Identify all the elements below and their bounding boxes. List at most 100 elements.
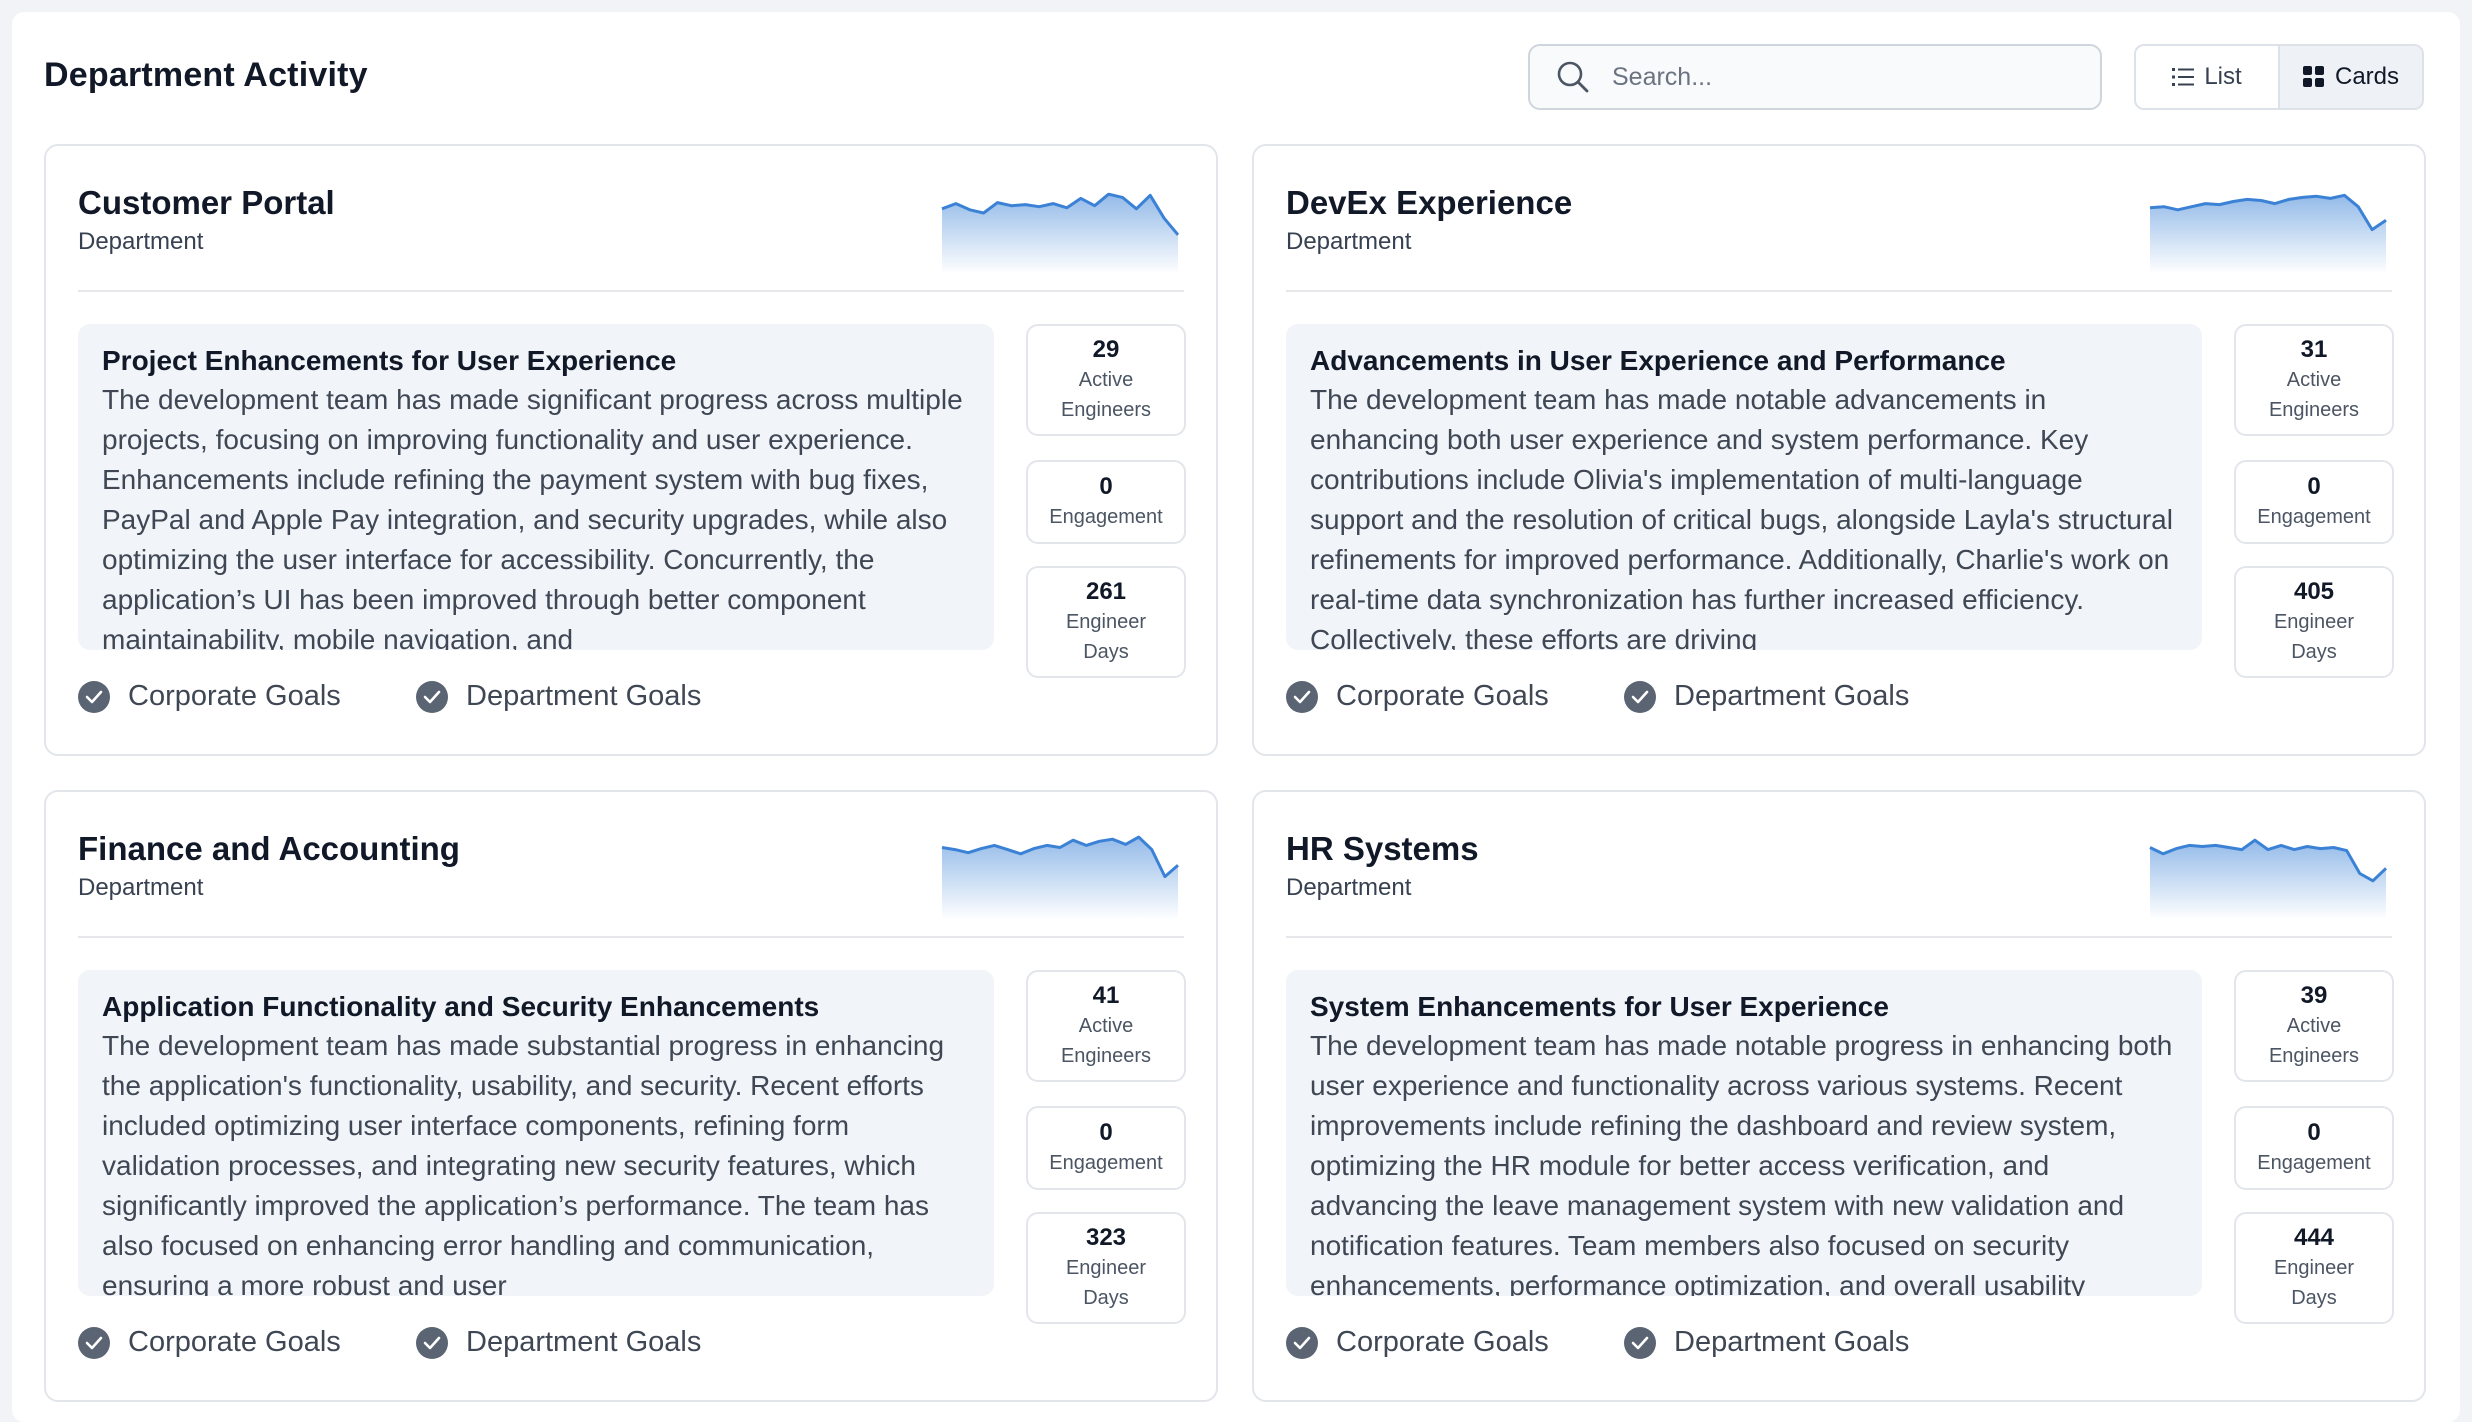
- card-subtitle: Department: [1286, 874, 1412, 901]
- sparkline-chart: [2149, 838, 2388, 920]
- stat-engineer-days: 323 Engineer Days: [1026, 1212, 1186, 1324]
- stat-value: 39: [2300, 982, 2328, 1009]
- search-icon: [1557, 61, 1589, 93]
- card-subtitle: Department: [1286, 228, 1412, 255]
- check-circle-icon: [416, 1326, 448, 1359]
- goal-label: Corporate Goals: [128, 680, 341, 712]
- card-title: DevEx Experience: [1286, 184, 1573, 221]
- check-circle-icon: [78, 680, 110, 713]
- summary-title: Application Functionality and Security E…: [102, 991, 820, 1022]
- summary-body: The development team has made significan…: [102, 384, 963, 650]
- stat-label: Engineer Days: [1065, 1257, 1147, 1309]
- stat-active-engineers: 29 Active Engineers: [1026, 324, 1186, 436]
- search-input[interactable]: [1610, 61, 2074, 93]
- stat-value: 323: [1085, 1224, 1127, 1251]
- card-divider: [1286, 936, 2392, 938]
- stat-engineer-days: 261 Engineer Days: [1026, 566, 1186, 678]
- department-card-finance-and-accounting[interactable]: Finance and Accounting Department Applic…: [44, 790, 1218, 1402]
- summary-box: Application Functionality and Security E…: [78, 970, 994, 1296]
- search-box[interactable]: [1528, 44, 2102, 110]
- sparkline-chart: [2149, 193, 2387, 274]
- sparkline-chart: [941, 192, 1180, 274]
- card-title: Customer Portal: [78, 184, 335, 221]
- check-circle-icon: [1286, 1326, 1318, 1359]
- goal-label: Department Goals: [1674, 1326, 1910, 1358]
- cards-view-button[interactable]: Cards: [2280, 46, 2422, 108]
- goal-corporate: Corporate Goals: [78, 680, 341, 713]
- card-title: Finance and Accounting: [78, 830, 460, 867]
- stat-active-engineers: 41 Active Engineers: [1026, 970, 1186, 1082]
- goal-corporate: Corporate Goals: [78, 1326, 341, 1359]
- summary-box: Project Enhancements for User Experience…: [78, 324, 994, 650]
- stat-value: 0: [1099, 473, 1113, 500]
- card-title: HR Systems: [1286, 830, 1479, 867]
- page-title: Department Activity: [44, 56, 368, 94]
- stat-value: 29: [1092, 336, 1120, 363]
- summary-body: The development team has made notable ad…: [1310, 384, 2173, 650]
- stat-label: Engineer Days: [2273, 1257, 2355, 1309]
- stat-engagement: 0 Engagement: [1026, 1106, 1186, 1190]
- view-toggle: List Cards: [2134, 44, 2424, 110]
- summary-title: System Enhancements for User Experience: [1310, 991, 1889, 1022]
- stat-value: 444: [2293, 1224, 2335, 1251]
- stat-label: Active Engineers: [2268, 1015, 2360, 1067]
- goal-corporate: Corporate Goals: [1286, 680, 1549, 713]
- department-card-devex-experience[interactable]: DevEx Experience Department Advancements…: [1252, 144, 2426, 756]
- card-divider: [78, 290, 1184, 292]
- list-icon: [2172, 68, 2195, 86]
- stat-label: Engagement: [2257, 506, 2371, 528]
- summary-box: System Enhancements for User Experience …: [1286, 970, 2202, 1296]
- stat-value: 261: [1085, 578, 1127, 605]
- stat-active-engineers: 31 Active Engineers: [2234, 324, 2394, 436]
- list-view-label: List: [2204, 63, 2242, 90]
- stat-engagement: 0 Engagement: [1026, 460, 1186, 544]
- stat-label: Engineer Days: [1065, 611, 1147, 663]
- goal-department: Department Goals: [1624, 680, 1909, 713]
- goal-corporate: Corporate Goals: [1286, 1326, 1549, 1359]
- check-circle-icon: [1624, 1326, 1656, 1359]
- stat-engineer-days: 444 Engineer Days: [2234, 1212, 2394, 1324]
- summary-body: The development team has made notable pr…: [1310, 1030, 2173, 1296]
- stat-value: 41: [1092, 982, 1120, 1009]
- goal-label: Department Goals: [1674, 680, 1910, 712]
- stat-engineer-days: 405 Engineer Days: [2234, 566, 2394, 678]
- stat-label: Active Engineers: [1060, 369, 1152, 421]
- stat-active-engineers: 39 Active Engineers: [2234, 970, 2394, 1082]
- stat-engagement: 0 Engagement: [2234, 460, 2394, 544]
- cards-view-label: Cards: [2334, 63, 2400, 90]
- goal-label: Department Goals: [466, 1326, 702, 1358]
- stat-value: 0: [1099, 1119, 1113, 1146]
- stat-label: Engagement: [1049, 506, 1163, 528]
- goal-department: Department Goals: [416, 680, 701, 713]
- check-circle-icon: [78, 1326, 110, 1359]
- check-circle-icon: [1286, 680, 1318, 713]
- goal-label: Corporate Goals: [1336, 680, 1549, 712]
- stat-label: Active Engineers: [1060, 1015, 1152, 1067]
- goal-label: Corporate Goals: [128, 1326, 341, 1358]
- stat-value: 405: [2293, 578, 2335, 605]
- stat-value: 31: [2300, 336, 2328, 363]
- sparkline-area: [2150, 840, 2386, 920]
- card-divider: [1286, 290, 2392, 292]
- goal-department: Department Goals: [1624, 1326, 1909, 1359]
- main-panel: Department Activity List: [12, 12, 2460, 1422]
- goal-label: Department Goals: [466, 680, 702, 712]
- list-view-button[interactable]: List: [2136, 46, 2278, 108]
- department-card-customer-portal[interactable]: Customer Portal Department Project Enhan…: [44, 144, 1218, 756]
- stat-value: 0: [2307, 1119, 2321, 1146]
- stat-engagement: 0 Engagement: [2234, 1106, 2394, 1190]
- stat-value: 0: [2307, 473, 2321, 500]
- card-subtitle: Department: [78, 874, 204, 901]
- summary-title: Project Enhancements for User Experience: [102, 345, 677, 376]
- goal-label: Corporate Goals: [1336, 1326, 1549, 1358]
- summary-title: Advancements in User Experience and Perf…: [1310, 345, 2006, 376]
- stat-label: Engagement: [2257, 1152, 2371, 1174]
- stat-label: Engineer Days: [2273, 611, 2355, 663]
- sparkline-chart: [941, 835, 1179, 920]
- stat-label: Engagement: [1049, 1152, 1163, 1174]
- check-circle-icon: [1624, 680, 1656, 713]
- summary-box: Advancements in User Experience and Perf…: [1286, 324, 2202, 650]
- stat-label: Active Engineers: [2268, 369, 2360, 421]
- goal-department: Department Goals: [416, 1326, 701, 1359]
- department-card-hr-systems[interactable]: HR Systems Department System Enhancement…: [1252, 790, 2426, 1402]
